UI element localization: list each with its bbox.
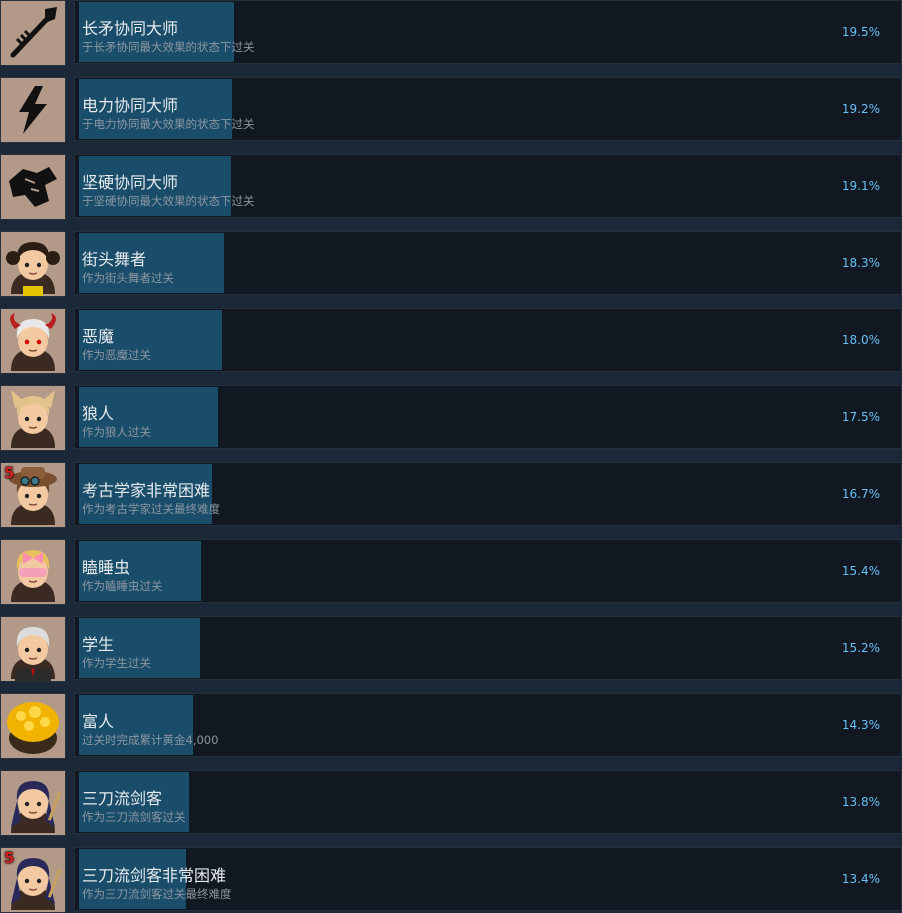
achievement-title: 三刀流剑客非常困难: [82, 866, 227, 885]
unlock-percentage: 19.5%: [841, 25, 880, 39]
achievement-row: 坚硬协同大师于坚硬协同最大效果的状态下过关 19.1%: [0, 154, 902, 220]
achievement-card: 三刀流剑客非常困难作为三刀流剑客过关最终难度 13.4%: [74, 847, 902, 911]
unlock-percentage: 19.1%: [841, 179, 880, 193]
difficulty-badge: 5: [4, 849, 15, 867]
achievement-title: 瞌睡虫: [82, 558, 131, 577]
achievement-card: 三刀流剑客作为三刀流剑客过关 13.8%: [74, 770, 902, 834]
achievement-description: 作为狼人过关: [82, 425, 151, 439]
achievement-card: 考古学家非常困难作为考古学家过关最终难度 16.7%: [74, 462, 902, 526]
achievement-description: 作为三刀流剑客过关最终难度: [82, 887, 232, 901]
achievement-description: 作为恶魔过关: [82, 348, 151, 362]
unlock-percentage: 13.4%: [841, 872, 880, 886]
achievement-card: 长矛协同大师于长矛协同最大效果的状态下过关 19.5%: [74, 0, 902, 64]
achievement-description: 作为街头舞者过关: [82, 271, 174, 285]
sleepyhead-portrait-icon: [0, 539, 66, 605]
achievement-row: 街头舞者作为街头舞者过关 18.3%: [0, 231, 902, 297]
swordsman-portrait-icon: [0, 770, 66, 836]
achievement-title: 街头舞者: [82, 250, 147, 269]
demon-portrait-icon: [0, 308, 66, 374]
unlock-percentage: 18.0%: [841, 333, 880, 347]
unlock-percentage: 15.2%: [841, 641, 880, 655]
swordsman-hard-portrait-icon: 5: [0, 847, 66, 913]
lightning-icon: [0, 77, 66, 143]
achievement-row: 瞌睡虫作为瞌睡虫过关 15.4%: [0, 539, 902, 605]
achievement-row: 长矛协同大师于长矛协同最大效果的状态下过关 19.5%: [0, 0, 902, 66]
achievement-description: 作为瞌睡虫过关: [82, 579, 163, 593]
achievement-description: 于电力协同最大效果的状态下过关: [82, 117, 255, 131]
unlock-percentage: 15.4%: [841, 564, 880, 578]
achievement-description: 过关时完成累计黄金4,000: [82, 733, 219, 747]
achievement-title: 恶魔: [82, 327, 115, 346]
unlock-percentage: 14.3%: [841, 718, 880, 732]
street-dancer-portrait-icon: [0, 231, 66, 297]
achievement-title: 长矛协同大师: [82, 19, 179, 38]
achievement-card: 富人过关时完成累计黄金4,000 14.3%: [74, 693, 902, 757]
unlock-percentage: 18.3%: [841, 256, 880, 270]
achievement-card: 学生作为学生过关 15.2%: [74, 616, 902, 680]
unlock-percentage: 17.5%: [841, 410, 880, 424]
achievement-description: 作为考古学家过关最终难度: [82, 502, 220, 516]
achievement-row: 5 三刀流剑客非常困难作为三刀流剑客过关最终难度 13.4%: [0, 847, 902, 913]
unlock-percentage: 16.7%: [841, 487, 880, 501]
achievement-card: 瞌睡虫作为瞌睡虫过关 15.4%: [74, 539, 902, 603]
achievement-card: 狼人作为狼人过关 17.5%: [74, 385, 902, 449]
achievement-row: 三刀流剑客作为三刀流剑客过关 13.8%: [0, 770, 902, 836]
achievement-row: 5 考古学家非常困难作为考古学家过关最终难度 16.7%: [0, 462, 902, 528]
achievement-row: 富人过关时完成累计黄金4,000 14.3%: [0, 693, 902, 759]
achievement-title: 富人: [82, 712, 115, 731]
armor-fist-icon: [0, 154, 66, 220]
achievement-title: 电力协同大师: [82, 96, 179, 115]
achievement-title: 三刀流剑客: [82, 789, 163, 808]
werewolf-portrait-icon: [0, 385, 66, 451]
achievement-row: 恶魔作为恶魔过关 18.0%: [0, 308, 902, 374]
achievement-description: 于坚硬协同最大效果的状态下过关: [82, 194, 255, 208]
achievement-row: 电力协同大师于电力协同最大效果的状态下过关 19.2%: [0, 77, 902, 143]
achievement-title: 狼人: [82, 404, 115, 423]
achievement-title: 坚硬协同大师: [82, 173, 179, 192]
archaeologist-portrait-icon: 5: [0, 462, 66, 528]
achievement-description: 作为学生过关: [82, 656, 151, 670]
achievement-list: 长矛协同大师于长矛协同最大效果的状态下过关 19.5% 电力协同大师于电力协同最大…: [0, 0, 902, 913]
gold-pot-icon: [0, 693, 66, 759]
achievement-card: 恶魔作为恶魔过关 18.0%: [74, 308, 902, 372]
achievement-title: 考古学家非常困难: [82, 481, 211, 500]
unlock-percentage: 19.2%: [841, 102, 880, 116]
spear-icon: [0, 0, 66, 66]
achievement-card: 电力协同大师于电力协同最大效果的状态下过关 19.2%: [74, 77, 902, 141]
achievement-title: 学生: [82, 635, 115, 654]
student-portrait-icon: [0, 616, 66, 682]
achievement-card: 坚硬协同大师于坚硬协同最大效果的状态下过关 19.1%: [74, 154, 902, 218]
achievement-row: 学生作为学生过关 15.2%: [0, 616, 902, 682]
difficulty-badge: 5: [4, 464, 15, 482]
achievement-card: 街头舞者作为街头舞者过关 18.3%: [74, 231, 902, 295]
unlock-percentage: 13.8%: [841, 795, 880, 809]
achievement-description: 于长矛协同最大效果的状态下过关: [82, 40, 255, 54]
achievement-row: 狼人作为狼人过关 17.5%: [0, 385, 902, 451]
achievement-description: 作为三刀流剑客过关: [82, 810, 186, 824]
